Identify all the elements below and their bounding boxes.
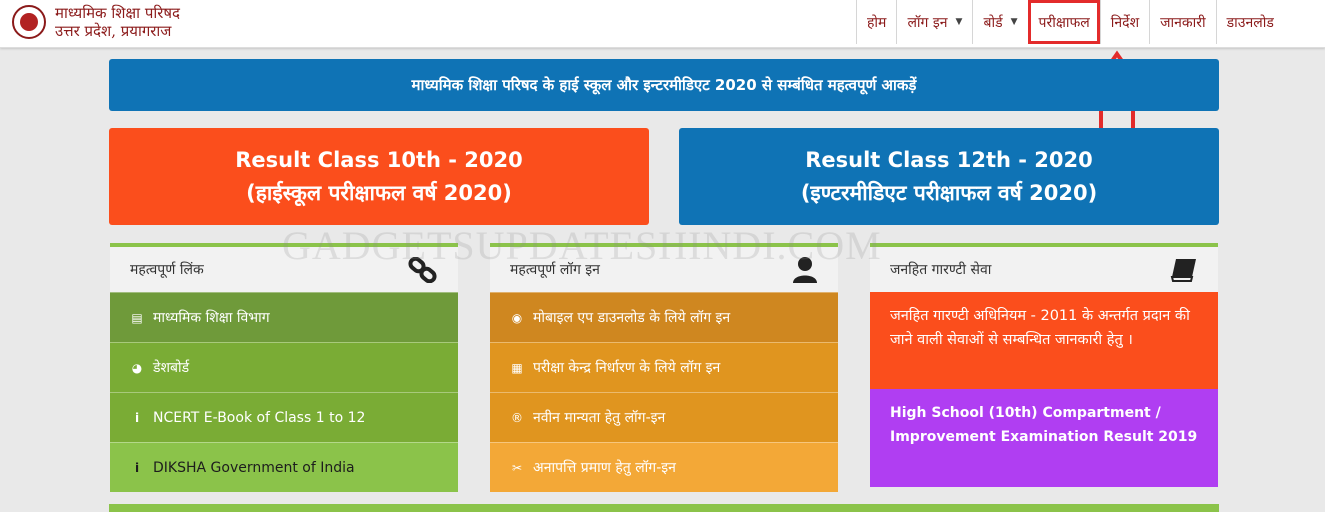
list-item-noc-login[interactable]: ✂ अनापत्ति प्रमाण हेतु लॉग-इन bbox=[490, 442, 838, 492]
stats-banner[interactable]: माध्यमिक शिक्षा परिषद के हाई स्कूल और इन… bbox=[109, 59, 1219, 111]
panel-header: महत्वपूर्ण लिंक bbox=[110, 247, 458, 292]
android-icon: ◉ bbox=[511, 310, 523, 325]
service-info-label: जनहित गारण्टी अधिनियम - 2011 के अन्तर्गत… bbox=[890, 308, 1190, 348]
book-icon bbox=[1170, 258, 1196, 282]
compartment-result-link[interactable]: High School (10th) Compartment / Improve… bbox=[870, 389, 1218, 487]
dashboard-icon: ◕ bbox=[131, 360, 143, 375]
public-service-panel: जनहित गारण्टी सेवा जनहित गारण्टी अधिनियम… bbox=[870, 243, 1218, 487]
unlink-icon: ✂ bbox=[511, 460, 523, 475]
top-navbar: माध्यमिक शिक्षा परिषद उत्तर प्रदेश, प्रय… bbox=[0, 0, 1325, 48]
registered-icon: ® bbox=[511, 410, 523, 425]
nav-download[interactable]: डाउनलोड bbox=[1215, 0, 1284, 44]
list-item-label: NCERT E-Book of Class 1 to 12 bbox=[153, 409, 366, 426]
nav-information-label: जानकारी bbox=[1160, 14, 1206, 31]
panel-header: महत्वपूर्ण लॉग इन bbox=[490, 247, 838, 292]
nav-login-label: लॉग इन bbox=[907, 14, 948, 31]
nav-home-label: होम bbox=[867, 14, 887, 31]
list-item-diksha[interactable]: i DIKSHA Government of India bbox=[110, 442, 458, 492]
list-item-secondary-education-dept[interactable]: ▤ माध्यमिक शिक्षा विभाग bbox=[110, 292, 458, 342]
panel-title: महत्वपूर्ण लिंक bbox=[130, 262, 204, 278]
caret-down-icon: ▼ bbox=[955, 17, 963, 27]
list-item-label: नवीन मान्यता हेतु लॉग-इन bbox=[533, 410, 666, 426]
caret-down-icon: ▼ bbox=[1010, 17, 1018, 27]
result-class-10-button[interactable]: Result Class 10th - 2020 (हाईस्कूल परीक्… bbox=[109, 128, 649, 225]
result-12-subtitle: (इण्टरमीडिएट परीक्षाफल वर्ष 2020) bbox=[800, 180, 1098, 205]
list-item-label: माध्यमिक शिक्षा विभाग bbox=[153, 310, 270, 326]
nav-board-label: बोर्ड bbox=[983, 14, 1003, 31]
list-item-label: परीक्षा केन्द्र निर्धारण के लिये लॉग इन bbox=[533, 360, 721, 376]
brand-line-1: माध्यमिक शिक्षा परिषद bbox=[55, 4, 181, 22]
list-item-label: DIKSHA Government of India bbox=[153, 459, 355, 476]
brand-line-2: उत्तर प्रदेश, प्रयागराज bbox=[55, 22, 172, 40]
list-item-new-recognition-login[interactable]: ® नवीन मान्यता हेतु लॉग-इन bbox=[490, 392, 838, 442]
nav-instructions-label: निर्देश bbox=[1110, 14, 1140, 31]
nav-instructions[interactable]: निर्देश bbox=[1099, 0, 1149, 44]
nav-login-dropdown[interactable]: लॉग इन ▼ bbox=[896, 0, 972, 44]
compartment-result-label: High School (10th) Compartment / Improve… bbox=[890, 405, 1198, 445]
building-icon: ▦ bbox=[511, 360, 523, 375]
important-logins-panel: महत्वपूर्ण लॉग इन ◉ मोबाइल एप डाउनलोड के … bbox=[490, 243, 838, 492]
list-item-dashboard[interactable]: ◕ डेशबोर्ड bbox=[110, 342, 458, 392]
file-icon: ▤ bbox=[131, 310, 143, 325]
user-icon bbox=[793, 256, 817, 283]
result-10-title: Result Class 10th - 2020 bbox=[235, 147, 523, 172]
nav-board-dropdown[interactable]: बोर्ड ▼ bbox=[972, 0, 1027, 44]
result-class-12-button[interactable]: Result Class 12th - 2020 (इण्टरमीडिएट पर… bbox=[679, 128, 1219, 225]
result-12-title: Result Class 12th - 2020 bbox=[805, 147, 1093, 172]
list-item-label: डेशबोर्ड bbox=[153, 360, 190, 376]
panel-header: जनहित गारण्टी सेवा bbox=[870, 247, 1218, 292]
list-item-label: मोबाइल एप डाउनलोड के लिये लॉग इन bbox=[533, 310, 731, 326]
nav-results-label: परीक्षाफल bbox=[1038, 14, 1090, 31]
nav-information[interactable]: जानकारी bbox=[1149, 0, 1216, 44]
bottom-panel-border bbox=[109, 504, 1219, 512]
panel-title: महत्वपूर्ण लॉग इन bbox=[510, 262, 600, 278]
list-item-mobile-app-login[interactable]: ◉ मोबाइल एप डाउनलोड के लिये लॉग इन bbox=[490, 292, 838, 342]
nav-home[interactable]: होम bbox=[856, 0, 896, 44]
nav-results[interactable]: परीक्षाफल bbox=[1027, 0, 1100, 44]
board-logo-icon[interactable] bbox=[12, 5, 46, 39]
main-nav: होम लॉग इन ▼ बोर्ड ▼ परीक्षाफल निर्देश जान… bbox=[856, 0, 1284, 44]
list-item-exam-centre-login[interactable]: ▦ परीक्षा केन्द्र निर्धारण के लिये लॉग इन bbox=[490, 342, 838, 392]
link-icon bbox=[408, 256, 437, 283]
stats-banner-text: माध्यमिक शिक्षा परिषद के हाई स्कूल और इन… bbox=[411, 76, 917, 94]
result-10-subtitle: (हाईस्कूल परीक्षाफल वर्ष 2020) bbox=[246, 180, 512, 205]
service-info-text[interactable]: जनहित गारण्टी अधिनियम - 2011 के अन्तर्गत… bbox=[870, 292, 1218, 389]
important-links-panel: महत्वपूर्ण लिंक ▤ माध्यमिक शिक्षा विभाग ◕… bbox=[110, 243, 458, 492]
panel-title: जनहित गारण्टी सेवा bbox=[890, 262, 992, 278]
brand-title[interactable]: माध्यमिक शिक्षा परिषद उत्तर प्रदेश, प्रय… bbox=[55, 4, 180, 40]
info-icon: i bbox=[134, 410, 140, 425]
list-item-ncert-ebook[interactable]: i NCERT E-Book of Class 1 to 12 bbox=[110, 392, 458, 442]
list-item-label: अनापत्ति प्रमाण हेतु लॉग-इन bbox=[533, 460, 676, 476]
nav-download-label: डाउनलोड bbox=[1226, 14, 1274, 31]
info-icon: i bbox=[134, 460, 140, 475]
